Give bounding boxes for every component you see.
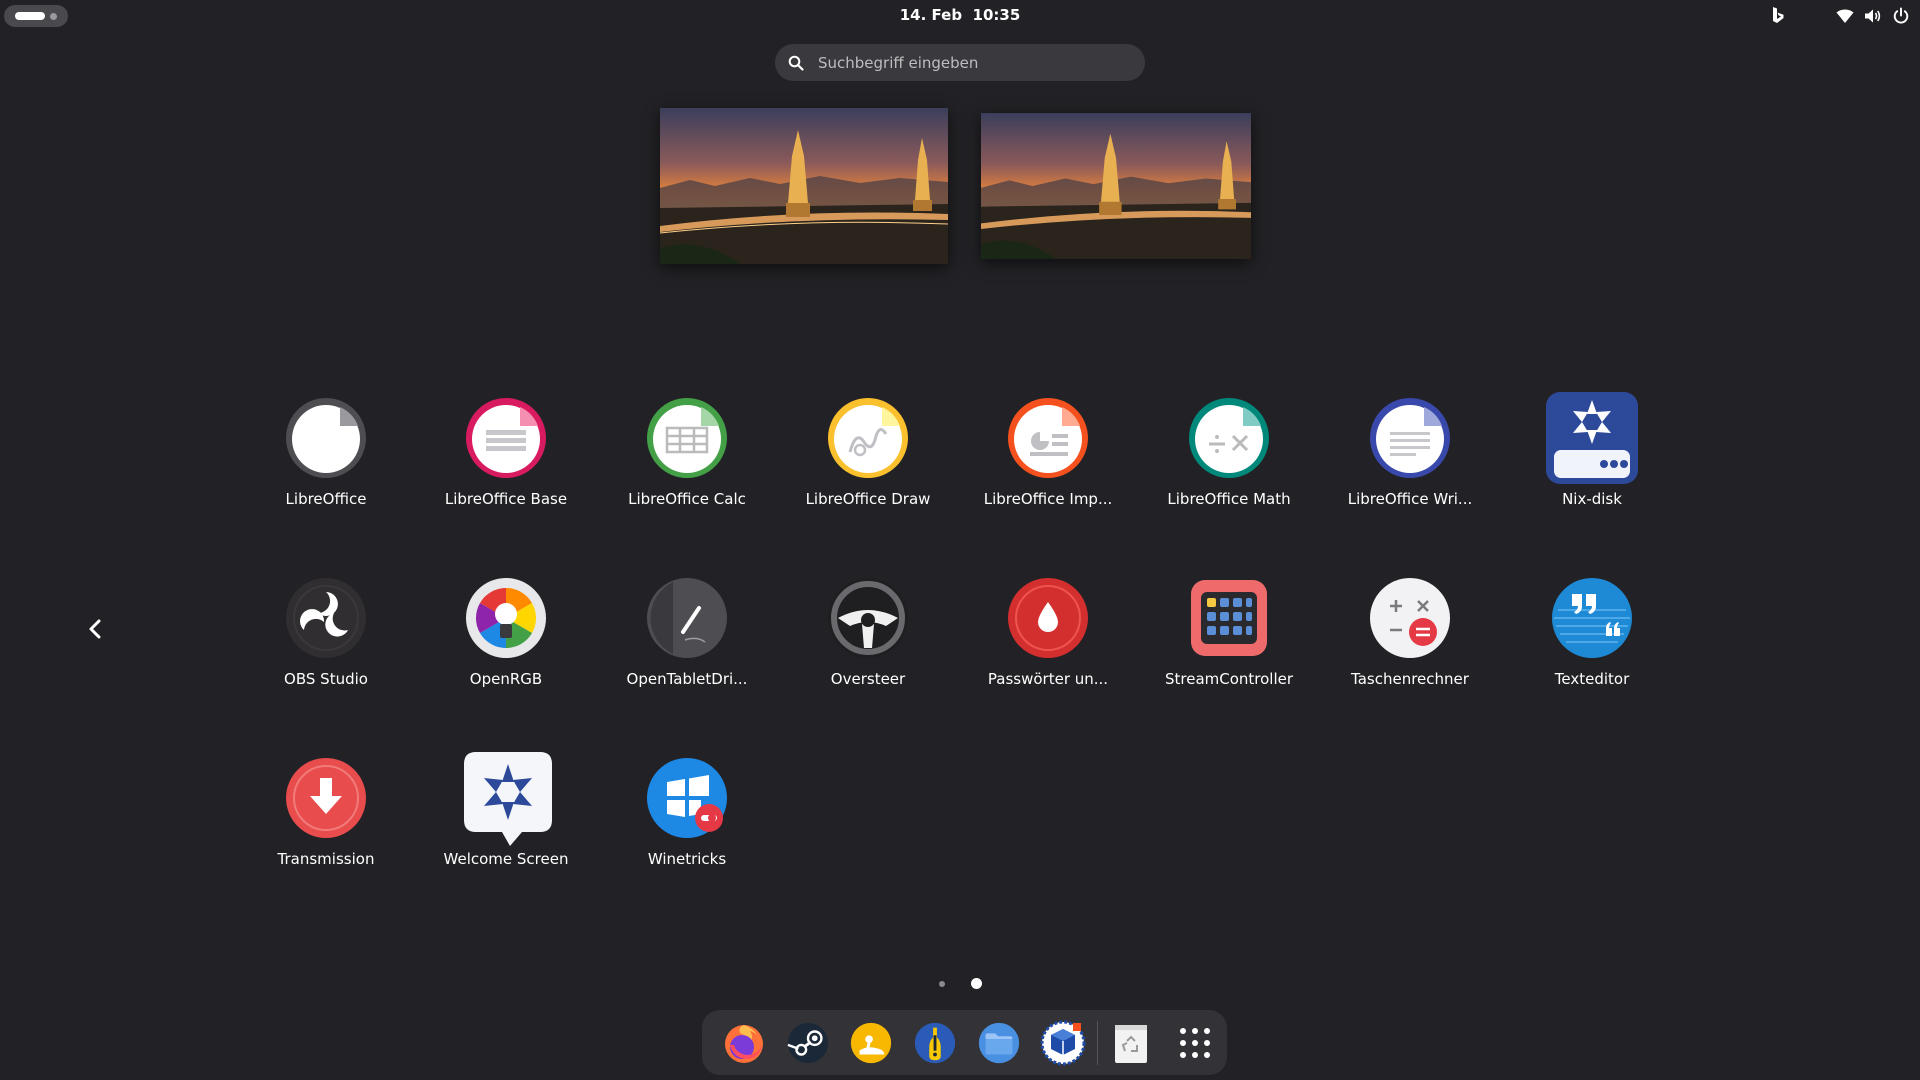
show-apps-icon bbox=[1180, 1027, 1211, 1058]
openrgb-icon bbox=[466, 578, 546, 658]
app-label: OpenTabletDri... bbox=[626, 670, 748, 688]
bottles-icon bbox=[915, 1022, 956, 1063]
libreoffice-math-icon bbox=[1189, 398, 1269, 478]
app-nix-disk[interactable]: Nix-disk bbox=[1512, 390, 1672, 530]
app-libreoffice-writer[interactable]: LibreOffice Wri... bbox=[1330, 390, 1490, 530]
activities-button[interactable] bbox=[4, 5, 68, 27]
dock-lutris[interactable] bbox=[840, 1011, 904, 1075]
app-transmission[interactable]: Transmission bbox=[246, 750, 406, 890]
app-label: Transmission bbox=[277, 850, 375, 868]
steam-icon bbox=[787, 1022, 828, 1063]
app-label: LibreOffice Wri... bbox=[1347, 490, 1473, 508]
power-icon[interactable] bbox=[1892, 7, 1910, 25]
app-label: Winetricks bbox=[647, 850, 727, 868]
firefox-icon bbox=[724, 1024, 763, 1063]
app-obs-studio[interactable]: OBS Studio bbox=[246, 570, 406, 710]
dock-separator bbox=[1096, 1020, 1098, 1065]
search-bar[interactable] bbox=[775, 44, 1145, 81]
app-oversteer[interactable]: Oversteer bbox=[788, 570, 948, 710]
wallpaper-thumbnail bbox=[660, 108, 948, 264]
welcome-screen-icon bbox=[464, 752, 552, 846]
libreoffice-writer-icon bbox=[1370, 398, 1450, 478]
clock-time: 10:35 bbox=[972, 6, 1021, 24]
libreoffice-calc-icon bbox=[647, 398, 727, 478]
app-calculator[interactable]: Taschenrechner bbox=[1330, 570, 1490, 710]
app-openrgb[interactable]: OpenRGB bbox=[426, 570, 586, 710]
search-input[interactable] bbox=[816, 52, 1120, 73]
app-label: LibreOffice Draw bbox=[805, 490, 931, 508]
top-bar: 14. Feb 10:35 bbox=[0, 0, 1920, 32]
page-dot-2-active[interactable] bbox=[970, 978, 982, 989]
files-icon bbox=[978, 1022, 1019, 1063]
dock-files[interactable] bbox=[967, 1011, 1031, 1075]
dock-steam[interactable] bbox=[776, 1011, 840, 1075]
winetricks-icon bbox=[647, 758, 727, 838]
dock bbox=[702, 1010, 1227, 1075]
workspace-2[interactable] bbox=[981, 113, 1251, 259]
app-label: LibreOffice Base bbox=[444, 490, 568, 508]
libreoffice-impress-icon bbox=[1008, 398, 1088, 478]
app-label: Welcome Screen bbox=[443, 850, 569, 868]
trash-icon bbox=[1115, 1024, 1148, 1063]
wallpaper-thumbnail bbox=[981, 113, 1251, 259]
dock-firefox[interactable] bbox=[712, 1011, 776, 1075]
wifi-icon[interactable] bbox=[1836, 8, 1854, 24]
app-label: Texteditor bbox=[1554, 670, 1630, 688]
app-libreoffice-math[interactable]: LibreOffice Math bbox=[1149, 390, 1309, 530]
app-libreoffice-impress[interactable]: LibreOffice Imp... bbox=[968, 390, 1128, 530]
app-label: LibreOffice Imp... bbox=[983, 490, 1113, 508]
dock-trash[interactable] bbox=[1100, 1011, 1164, 1075]
nix-disk-icon bbox=[1546, 392, 1638, 484]
workspace-indicator-active bbox=[15, 12, 45, 20]
passwords-icon bbox=[1008, 578, 1088, 658]
bing-icon[interactable] bbox=[1770, 6, 1786, 26]
app-label: LibreOffice bbox=[285, 490, 367, 508]
app-label: Oversteer bbox=[830, 670, 906, 688]
app-label: LibreOffice Math bbox=[1167, 490, 1291, 508]
app-libreoffice-base[interactable]: LibreOffice Base bbox=[426, 390, 586, 530]
transmission-icon bbox=[286, 758, 366, 838]
app-text-editor[interactable]: Texteditor bbox=[1512, 570, 1672, 710]
app-welcome-screen[interactable]: Welcome Screen bbox=[426, 750, 586, 890]
calculator-icon bbox=[1370, 578, 1450, 658]
app-label: Nix-disk bbox=[1562, 490, 1622, 508]
oversteer-icon bbox=[828, 578, 908, 658]
previous-page-button[interactable] bbox=[80, 612, 110, 646]
libreoffice-draw-icon bbox=[828, 398, 908, 478]
opentabletdriver-icon bbox=[647, 578, 727, 658]
chevron-left-icon bbox=[89, 619, 101, 639]
app-passwords[interactable]: Passwörter un... bbox=[968, 570, 1128, 710]
dock-show-apps[interactable] bbox=[1163, 1011, 1227, 1075]
lutris-icon bbox=[851, 1022, 892, 1063]
app-label: OBS Studio bbox=[284, 670, 368, 688]
streamcontroller-icon bbox=[1191, 580, 1267, 656]
app-streamcontroller[interactable]: StreamController bbox=[1149, 570, 1309, 710]
workspace-1[interactable] bbox=[660, 108, 948, 264]
app-label: Passwörter un... bbox=[987, 670, 1109, 688]
libreoffice-icon bbox=[286, 398, 366, 478]
app-winetricks[interactable]: Winetricks bbox=[607, 750, 767, 890]
clock-date: 14. Feb bbox=[899, 6, 963, 24]
app-libreoffice[interactable]: LibreOffice bbox=[246, 390, 406, 530]
virtualbox-icon bbox=[1040, 1020, 1086, 1065]
obs-studio-icon bbox=[286, 578, 366, 658]
dock-virtualbox[interactable] bbox=[1031, 1011, 1095, 1075]
app-libreoffice-calc[interactable]: LibreOffice Calc bbox=[607, 390, 767, 530]
system-tray[interactable] bbox=[1770, 5, 1910, 27]
app-label: OpenRGB bbox=[469, 670, 543, 688]
text-editor-icon bbox=[1552, 578, 1632, 658]
dock-bottles[interactable] bbox=[903, 1011, 967, 1075]
search-icon bbox=[788, 55, 804, 71]
app-label: StreamController bbox=[1164, 670, 1294, 688]
app-label: LibreOffice Calc bbox=[628, 490, 746, 508]
page-dot-1[interactable] bbox=[938, 981, 945, 987]
app-libreoffice-draw[interactable]: LibreOffice Draw bbox=[788, 390, 948, 530]
libreoffice-base-icon bbox=[466, 398, 546, 478]
clock-button[interactable]: 14. Feb 10:35 bbox=[900, 6, 1021, 24]
app-label: Taschenrechner bbox=[1351, 670, 1469, 688]
app-opentabletdriver[interactable]: OpenTabletDri... bbox=[607, 570, 767, 710]
volume-icon[interactable] bbox=[1864, 8, 1882, 24]
workspace-indicator bbox=[50, 12, 57, 20]
page-indicator bbox=[0, 978, 1920, 989]
